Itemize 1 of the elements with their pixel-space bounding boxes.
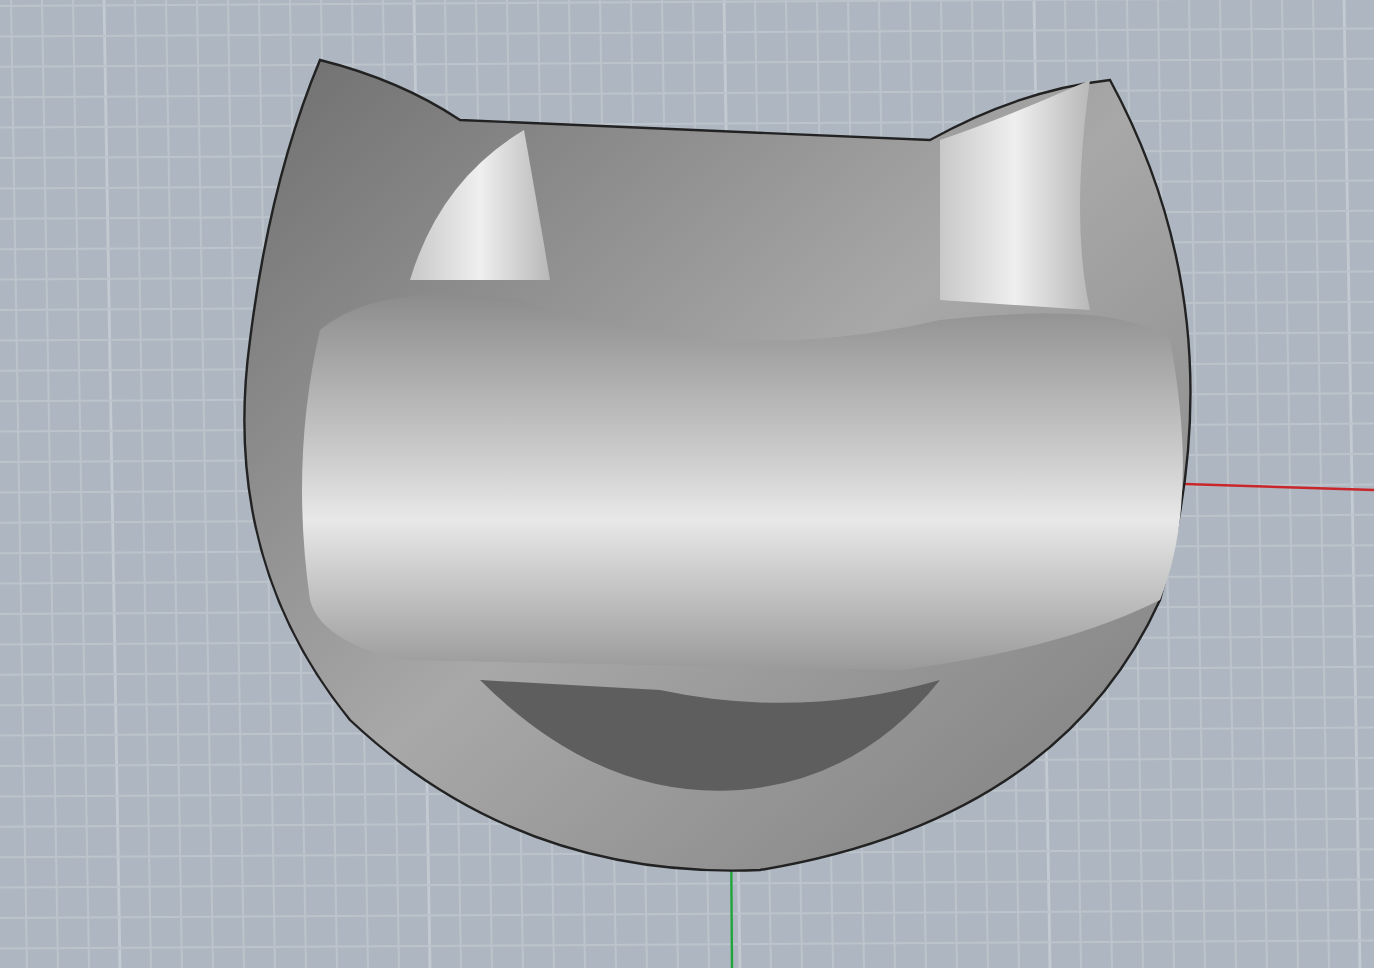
3d-viewport[interactable] bbox=[0, 0, 1374, 968]
